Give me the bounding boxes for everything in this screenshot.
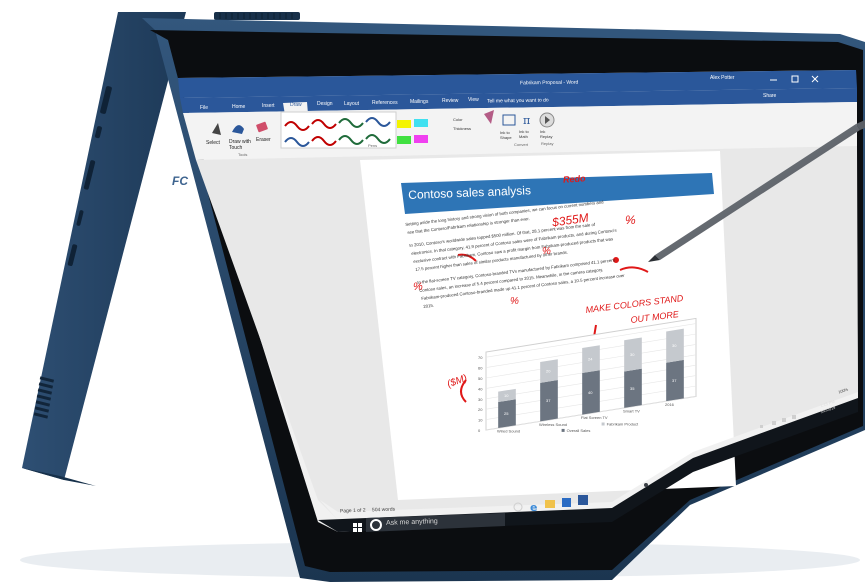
chart-category-label: Flat Screen TV bbox=[581, 415, 608, 420]
chart-data-label: 30 bbox=[672, 343, 677, 348]
word-taskbar-icon[interactable] bbox=[578, 495, 588, 505]
chart-data-label: 37 bbox=[546, 398, 551, 403]
chart-ytick-label: 50 bbox=[478, 376, 483, 381]
tray-arrow-icon bbox=[760, 425, 763, 428]
chart-category-label: Wireless Sound bbox=[539, 422, 567, 427]
chart-ytick-label: 10 bbox=[478, 418, 483, 423]
chart-data-label: 10 bbox=[504, 393, 509, 398]
chart-data-label: 37 bbox=[672, 378, 677, 383]
ribbon-pens-group bbox=[280, 111, 397, 149]
file-explorer-icon[interactable] bbox=[545, 500, 555, 508]
chart-legend-swatch bbox=[561, 428, 565, 432]
chart-ytick-label: 30 bbox=[478, 397, 483, 402]
chart-legend-label: Overall Sales bbox=[567, 428, 591, 433]
store-icon[interactable] bbox=[562, 498, 571, 507]
battery-icon bbox=[792, 415, 796, 419]
chart-ytick-label: 20 bbox=[478, 407, 483, 412]
chart-legend-swatch bbox=[601, 422, 605, 426]
chart-ytick-label: 60 bbox=[478, 366, 483, 371]
ink-to-math-icon[interactable]: π bbox=[523, 114, 530, 127]
chart-category-label: Smart TV bbox=[623, 408, 640, 413]
chart-data-label: 25 bbox=[504, 411, 509, 416]
chart-data-label: 30 bbox=[630, 352, 635, 357]
network-icon bbox=[772, 421, 776, 425]
chart-data-label: 20 bbox=[546, 369, 551, 374]
chart-data-label: 24 bbox=[588, 357, 593, 362]
chart-legend-label: Fabrikam Product bbox=[607, 422, 639, 427]
chart-category-label: 2016 bbox=[665, 402, 675, 407]
chart-data-label: 40 bbox=[588, 390, 593, 395]
chart-category-label: Wired Sound bbox=[497, 429, 520, 434]
chart-ytick-label: 40 bbox=[478, 386, 483, 391]
volume-icon bbox=[782, 418, 786, 422]
laptop-illustration: π e 0102030405060702510Wired Sound3720Wi… bbox=[20, 12, 865, 582]
chart-data-label: 35 bbox=[630, 386, 635, 391]
edge-icon[interactable]: e bbox=[530, 501, 537, 514]
laptop-scene: π e 0 10 20 30 40 50 60 70 25 10 Wired S… bbox=[0, 0, 865, 583]
camera-icon bbox=[644, 483, 648, 487]
chart-ytick-label: 70 bbox=[478, 355, 483, 360]
